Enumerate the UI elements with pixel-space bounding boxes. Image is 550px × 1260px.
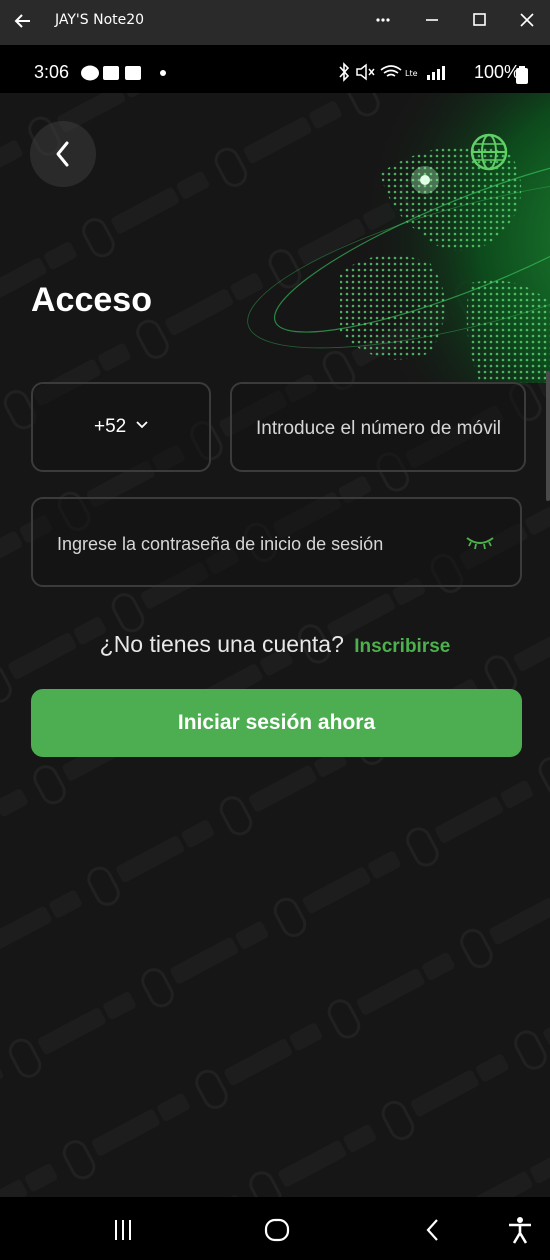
wifi-icon bbox=[380, 65, 402, 77]
notification-icon bbox=[125, 66, 141, 80]
password-input[interactable]: Ingrese la contraseña de inicio de sesió… bbox=[31, 497, 522, 587]
login-screen: Acceso +52 Introduce el número de móvil … bbox=[0, 93, 550, 1197]
password-placeholder: Ingrese la contraseña de inicio de sesió… bbox=[57, 534, 384, 554]
page-title: Acceso bbox=[31, 281, 152, 319]
mute-icon bbox=[356, 63, 375, 81]
status-time: 3:06 bbox=[34, 62, 70, 82]
status-right-icons: Lte bbox=[339, 62, 445, 82]
chevron-left-icon bbox=[56, 141, 69, 167]
close-icon[interactable] bbox=[509, 6, 545, 36]
back-icon[interactable] bbox=[418, 1215, 448, 1245]
status-bar: 3:06 Lte 100% bbox=[0, 45, 550, 93]
battery-percent: 100% bbox=[473, 62, 520, 82]
notification-icons bbox=[81, 65, 166, 81]
scrollbar[interactable] bbox=[546, 371, 550, 501]
maximize-icon[interactable] bbox=[461, 6, 497, 36]
signal-icon bbox=[427, 75, 430, 80]
more-icon[interactable] bbox=[366, 6, 402, 36]
accessibility-icon[interactable] bbox=[505, 1215, 535, 1245]
arrow-left-icon[interactable] bbox=[8, 6, 38, 36]
country-code-select[interactable]: +52 bbox=[31, 382, 211, 472]
notification-icon bbox=[103, 66, 119, 80]
phone-placeholder: Introduce el número de móvil bbox=[256, 418, 502, 439]
home-icon[interactable] bbox=[262, 1215, 292, 1245]
lte-icon: Lte bbox=[405, 69, 418, 78]
login-button[interactable]: Iniciar sesión ahora bbox=[31, 689, 522, 757]
recent-apps-icon[interactable] bbox=[108, 1215, 138, 1245]
host-window-titlebar: JAY'S Note20 bbox=[0, 0, 550, 45]
globe-icon[interactable] bbox=[468, 131, 510, 173]
country-code-value: +52 bbox=[94, 416, 127, 437]
phone-number-input[interactable]: Introduce el número de móvil bbox=[230, 382, 526, 472]
minimize-icon[interactable] bbox=[414, 6, 450, 36]
back-button[interactable] bbox=[30, 121, 96, 187]
chevron-down-icon bbox=[136, 421, 148, 429]
navigation-bar bbox=[0, 1197, 550, 1260]
bluetooth-icon bbox=[339, 62, 350, 82]
signup-prompt: ¿No tienes una cuenta? Inscribirse bbox=[0, 631, 550, 658]
signup-link[interactable]: Inscribirse bbox=[354, 636, 450, 657]
battery-icon bbox=[516, 66, 528, 84]
window-title: JAY'S Note20 bbox=[55, 12, 145, 28]
eye-closed-icon[interactable] bbox=[465, 535, 495, 551]
talk-icon bbox=[81, 65, 99, 81]
dot-icon bbox=[160, 70, 166, 76]
no-account-text: ¿No tienes una cuenta? bbox=[99, 631, 344, 657]
